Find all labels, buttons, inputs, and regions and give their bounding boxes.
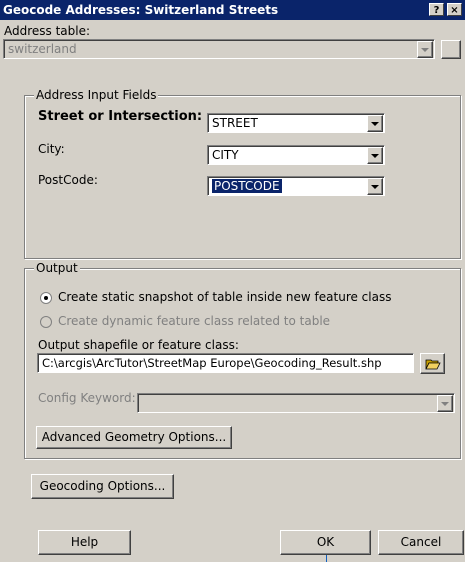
open-folder-icon xyxy=(424,359,441,370)
city-dropdown-button[interactable] xyxy=(367,147,383,164)
cancel-button[interactable]: Cancel xyxy=(378,530,464,555)
geocoding-options-button[interactable]: Geocoding Options... xyxy=(31,474,174,499)
close-button[interactable]: × xyxy=(447,3,462,16)
radio-static-snapshot[interactable] xyxy=(40,292,52,304)
ok-button[interactable]: OK xyxy=(280,530,371,555)
pointer-line xyxy=(326,555,327,562)
city-combo[interactable]: CITY xyxy=(207,145,385,165)
config-keyword-label: Config Keyword: xyxy=(38,391,136,405)
chevron-down-icon xyxy=(371,122,379,126)
street-combo[interactable]: STREET xyxy=(207,113,385,133)
output-title: Output xyxy=(34,261,80,275)
city-value: CITY xyxy=(212,148,239,162)
shapefile-value: C:\arcgis\ArcTutor\StreetMap Europe\Geoc… xyxy=(42,356,382,370)
browse-table-button[interactable] xyxy=(441,40,461,59)
config-keyword-combo[interactable] xyxy=(137,393,455,413)
radio-static-label[interactable]: Create static snapshot of table inside n… xyxy=(58,290,391,304)
browse-shapefile-button[interactable] xyxy=(420,353,445,374)
shapefile-input[interactable]: C:\arcgis\ArcTutor\StreetMap Europe\Geoc… xyxy=(37,353,414,373)
street-dropdown-button[interactable] xyxy=(367,115,383,132)
address-table-combo[interactable]: switzerland xyxy=(3,39,435,59)
city-label: City: xyxy=(38,142,65,156)
radio-dynamic-label[interactable]: Create dynamic feature class related to … xyxy=(58,314,330,328)
radio-dynamic-feature[interactable] xyxy=(40,316,52,328)
geocode-dialog: Geocode Addresses: Switzerland Streets ?… xyxy=(0,0,465,562)
config-keyword-dropdown-button[interactable] xyxy=(437,395,453,412)
postcode-label: PostCode: xyxy=(38,173,98,187)
dialog-title: Geocode Addresses: Switzerland Streets xyxy=(3,3,279,17)
street-label: Street or Intersection: xyxy=(38,109,203,124)
postcode-dropdown-button[interactable] xyxy=(367,178,383,195)
chevron-down-icon xyxy=(421,48,429,52)
street-value: STREET xyxy=(212,116,258,130)
address-table-label: Address table: xyxy=(4,24,91,38)
advanced-geometry-button[interactable]: Advanced Geometry Options... xyxy=(36,426,232,449)
postcode-value: POSTCODE xyxy=(212,179,282,193)
address-table-dropdown-button[interactable] xyxy=(417,41,433,58)
postcode-combo[interactable]: POSTCODE xyxy=(207,176,385,196)
shapefile-label: Output shapefile or feature class: xyxy=(38,338,239,352)
help-button[interactable]: Help xyxy=(38,530,131,555)
chevron-down-icon xyxy=(371,185,379,189)
address-input-fields-title: Address Input Fields xyxy=(34,88,159,102)
help-title-button[interactable]: ? xyxy=(429,3,444,16)
title-bar[interactable]: Geocode Addresses: Switzerland Streets ?… xyxy=(0,0,465,20)
chevron-down-icon xyxy=(441,402,449,406)
chevron-down-icon xyxy=(371,154,379,158)
address-table-value: switzerland xyxy=(8,42,77,56)
